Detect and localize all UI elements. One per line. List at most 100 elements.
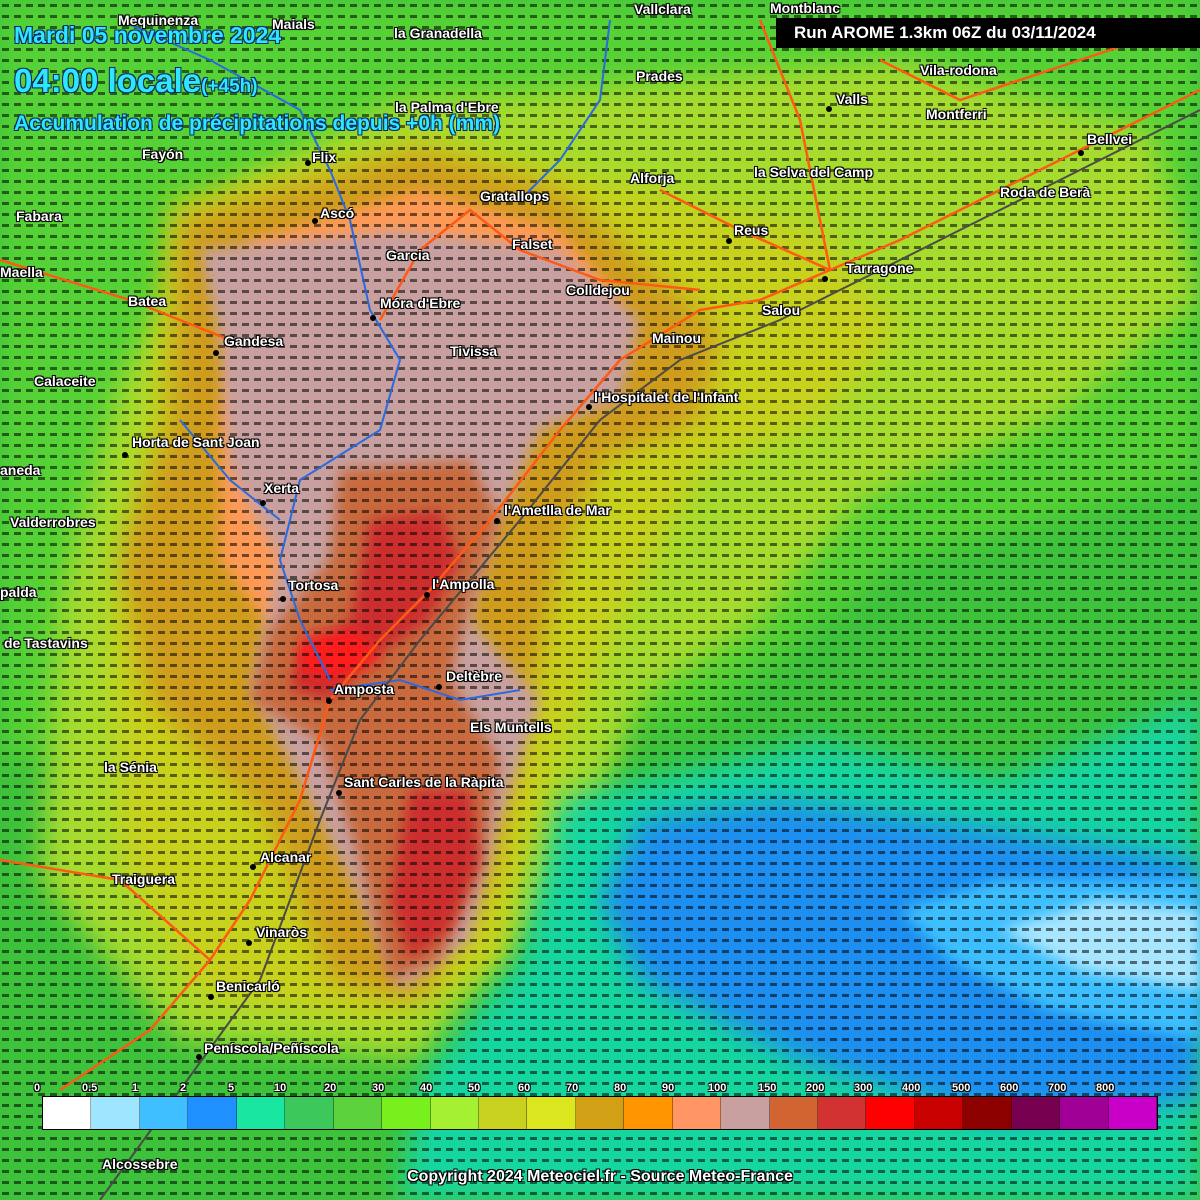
legend-value: 1 <box>132 1082 139 1094</box>
legend-value: 0.5 <box>82 1082 98 1094</box>
town-marker <box>280 596 286 602</box>
legend-swatch <box>1060 1097 1109 1129</box>
town-marker <box>586 404 592 410</box>
town-marker <box>336 790 342 796</box>
town-marker <box>436 684 442 690</box>
town-label: Tortosa <box>288 577 339 593</box>
legend-swatch <box>721 1097 770 1129</box>
legend-value: 5 <box>228 1082 235 1094</box>
town-label: Maials <box>272 16 315 32</box>
town-label: l'Hospitalet de l'Infant <box>594 389 739 405</box>
town-label: Traiguera <box>112 871 176 887</box>
map-title: Accumulation de précipitations depuis +0… <box>14 112 500 135</box>
legend-value: 20 <box>324 1082 337 1094</box>
town-label: Ascó <box>320 205 355 221</box>
town-label: Xerta <box>264 480 300 496</box>
town-label: Mainou <box>652 330 701 346</box>
legend-swatch <box>672 1097 722 1129</box>
legend-swatch <box>91 1097 140 1129</box>
legend-swatch <box>1108 1097 1158 1129</box>
legend-value: 800 <box>1096 1082 1115 1094</box>
legend-swatch <box>1011 1097 1061 1129</box>
town-marker <box>370 315 376 321</box>
legend-swatch <box>236 1097 286 1129</box>
town-label: Fayón <box>142 146 184 162</box>
town-label: Tarragone <box>846 260 914 276</box>
town-label: Alcanar <box>260 849 312 865</box>
legend-value: 60 <box>518 1082 531 1094</box>
town-label: Tivissa <box>450 343 498 359</box>
town-label: Benicarló <box>216 978 280 994</box>
legend-value: 80 <box>614 1082 627 1094</box>
town-label: Prades <box>636 68 683 84</box>
legend-value: 10 <box>274 1082 287 1094</box>
town-label: Valderrobres <box>10 514 96 530</box>
town-label: Garcia <box>386 247 430 263</box>
town-label: la Palma d'Ebre <box>395 99 499 115</box>
legend-value: 600 <box>1000 1082 1019 1094</box>
legend-swatch <box>624 1097 673 1129</box>
forecast-time-value: 04:00 locale <box>14 62 202 99</box>
legend-value: 50 <box>468 1082 481 1094</box>
legend-value: 2 <box>180 1082 187 1094</box>
town-label: Gratallops <box>480 188 550 204</box>
town-label: Vallclara <box>634 1 691 17</box>
town-label: Bellvei <box>1087 131 1133 147</box>
legend-value: 400 <box>902 1082 921 1094</box>
precipitation-map: Mardi 05 novembre 2024 04:00 locale(+45h… <box>0 0 1200 1200</box>
legend-value: 0 <box>34 1082 41 1094</box>
copyright: Copyright 2024 Meteociel.fr - Source Met… <box>407 1168 793 1185</box>
run-info: Run AROME 1.3km 06Z du 03/11/2024 <box>776 18 1200 48</box>
town-label: Vila-rodona <box>920 62 997 78</box>
legend-value: 40 <box>420 1082 433 1094</box>
town-marker <box>122 452 128 458</box>
town-label: Maella <box>0 264 43 280</box>
town-label: Montferri <box>926 106 987 122</box>
town-marker <box>196 1054 202 1060</box>
town-label: Peníscola/Peñíscola <box>204 1040 339 1056</box>
town-label: Vinaròs <box>256 924 308 940</box>
town-marker <box>1078 150 1084 156</box>
legend-swatch <box>333 1097 383 1129</box>
town-marker <box>494 518 500 524</box>
town-label: Roda de Berà <box>1000 184 1091 200</box>
town-label: Horta de Sant Joan <box>132 434 260 450</box>
town-marker <box>424 592 430 598</box>
town-label: Sant Carles de la Ràpita <box>344 774 504 790</box>
legend-value: 700 <box>1048 1082 1067 1094</box>
town-label: Deltèbre <box>446 668 503 684</box>
legend-value: 200 <box>806 1082 825 1094</box>
town-marker <box>305 160 311 166</box>
legend-value: 70 <box>566 1082 579 1094</box>
town-label: Flix <box>312 149 337 165</box>
legend-value: 500 <box>952 1082 971 1094</box>
color-legend <box>42 1096 1158 1130</box>
town-marker <box>826 106 832 112</box>
legend-swatch <box>43 1097 92 1129</box>
legend-value: 300 <box>854 1082 873 1094</box>
town-label: Salou <box>762 302 801 318</box>
town-label: Colldejou <box>566 282 630 298</box>
map-background <box>0 0 1200 1200</box>
town-label: la Sénia <box>104 759 157 775</box>
legend-swatch <box>769 1097 818 1129</box>
town-marker <box>326 698 332 704</box>
town-label: la Granadella <box>394 25 482 41</box>
legend-swatch <box>575 1097 625 1129</box>
town-label: Calaceite <box>34 373 96 389</box>
town-label: Gandesa <box>224 333 284 349</box>
town-marker <box>822 276 828 282</box>
town-label: de Tastavins <box>4 635 88 651</box>
forecast-offset: (+45h) <box>201 76 258 97</box>
legend-value: 100 <box>708 1082 727 1094</box>
town-marker <box>213 350 219 356</box>
forecast-time: 04:00 locale(+45h) <box>14 62 258 100</box>
legend-swatch <box>818 1097 867 1129</box>
legend-swatch <box>139 1097 189 1129</box>
legend-swatch <box>285 1097 334 1129</box>
town-label: Batea <box>128 293 167 309</box>
town-label: Valls <box>836 91 868 107</box>
town-label: Montblanc <box>770 0 840 16</box>
town-label: Móra d'Ebre <box>380 295 461 311</box>
town-label: Els Muntells <box>470 719 552 735</box>
